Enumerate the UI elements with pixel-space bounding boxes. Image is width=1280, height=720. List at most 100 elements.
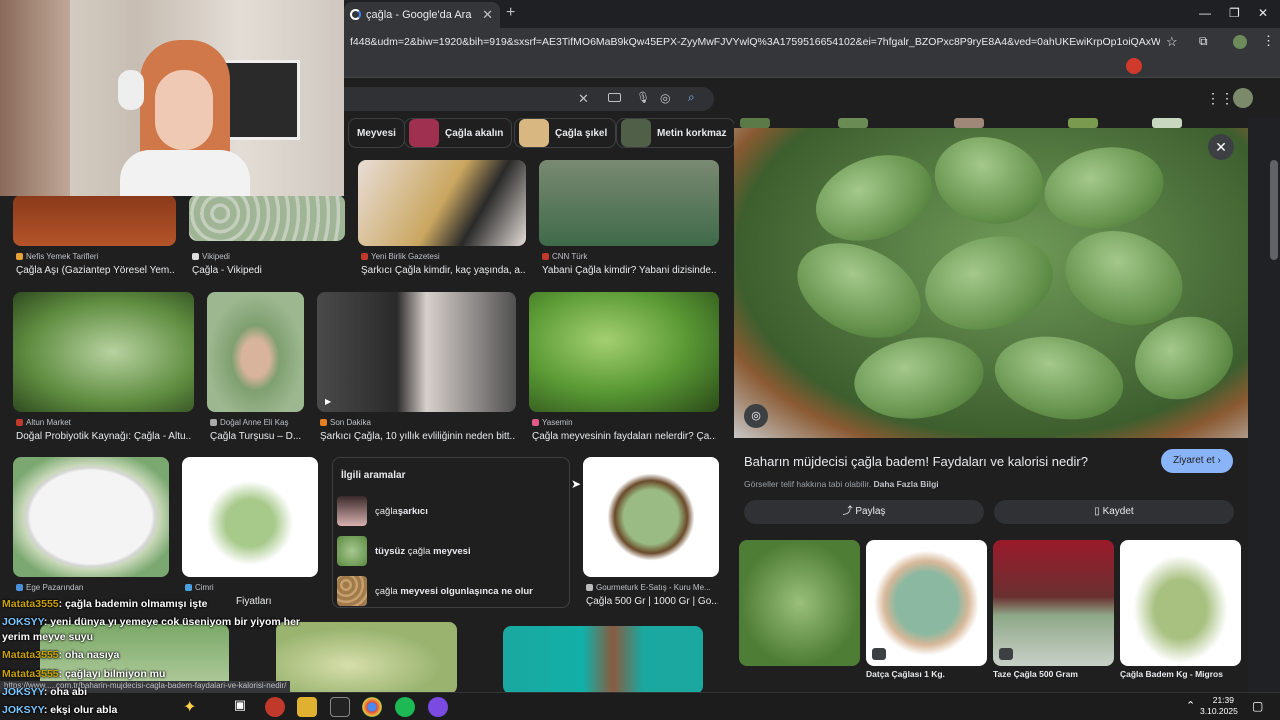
chip-thumbnail [621,119,651,147]
app-icon[interactable] [330,697,350,717]
notification-icon[interactable]: ▢ [1252,699,1263,713]
app-icon[interactable] [428,697,448,717]
account-avatar[interactable] [1233,88,1253,108]
visit-button[interactable]: Ziyaret et › [1161,449,1233,473]
search-input[interactable]: ✕ 🎙 ◎ ⌕ [300,87,714,111]
result-title[interactable]: Şarkıcı Çağla kimdir, kaç yaşında, a... [361,265,525,276]
result-title[interactable]: Çağla 500 Gr | 1000 Gr | Go... [586,596,718,607]
voice-search-icon[interactable]: 🎙 [636,91,650,104]
result-image[interactable] [189,195,345,241]
extension-logo-icon[interactable] [1126,58,1142,74]
restore-button[interactable]: ❐ [1229,6,1240,20]
save-button[interactable]: ▯ Kaydet [994,500,1234,524]
mouse-cursor: ➤ [571,477,582,491]
similar-label[interactable]: Taze Çağla 500 Gram [993,669,1078,679]
lens-search-icon[interactable]: ◎ [660,91,670,105]
keyboard-icon[interactable] [608,93,621,102]
result-image[interactable] [358,160,526,246]
tray-chevron-icon[interactable]: ⌃ [1186,699,1195,712]
result-image[interactable] [583,457,719,577]
window-close-button[interactable]: ✕ [1258,6,1268,20]
related-search-item[interactable]: çağla şarkıcı [337,495,567,527]
result-image[interactable] [13,292,194,412]
streamer-face [155,70,213,150]
file-explorer-icon[interactable] [297,697,317,717]
chip-cagla-akalin[interactable]: Çağla akalın [404,118,513,148]
clear-search-icon[interactable]: ✕ [578,91,589,107]
result-source: Doğal Anne Eli Kaş [210,418,289,427]
result-image[interactable] [529,292,719,412]
system-clock[interactable]: 21:39 3.10.2025 [1200,695,1238,717]
more-info-link[interactable]: Daha Fazla Bilgi [873,479,938,489]
result-title[interactable]: Çağla - Vikipedi [192,265,342,276]
related-thumbnail [337,496,367,526]
result-title[interactable]: Yabani Çağla kimdir? Yabani dizisinde... [542,265,716,276]
browser-menu-icon[interactable]: ⋮ [1262,33,1275,49]
result-source: Altun Market [16,418,71,427]
related-search-item[interactable]: tüysüz çağla meyvesi [337,535,567,567]
share-icon: ⤴ [842,506,856,517]
result-image[interactable] [539,160,719,246]
chat-message: JOKSYY: oha abi [2,686,87,698]
result-source: Ege Pazarından [16,583,83,592]
chip-cagla-sikel[interactable]: Çağla şıkel [514,118,617,148]
result-title[interactable]: Doğal Probiyotik Kaynağı: Çağla - Altu..… [16,431,192,442]
chip-thumbnail [409,119,439,147]
browser-tab[interactable]: çağla - Google'da Ara ✕ [344,2,500,28]
related-search-item[interactable]: çağla meyvesi olgunlaşınca ne olur [337,575,567,607]
close-panel-button[interactable]: ✕ [1208,134,1234,160]
related-thumbnail [337,576,367,606]
chip-metin-korkmaz[interactable]: Metin korkmaz [616,118,736,148]
video-play-icon: ▶ [325,397,332,406]
result-source: Gourmeturk E-Satış - Kuru Me... [586,583,711,592]
result-source: Vikipedi [192,252,230,261]
preview-image[interactable] [734,128,1248,438]
chrome-icon[interactable] [362,697,382,717]
result-image[interactable]: ▶ [317,292,516,412]
chip-thumbnail [954,118,984,128]
chip-thumbnail [740,118,770,128]
result-title[interactable]: Şarkıcı Çağla, 10 yıllık evliliğinin ned… [320,431,516,442]
result-image[interactable] [13,195,176,246]
chat-message: JOKSYY: yeni dünya yı yemeye cok üseniyo… [2,616,301,628]
spotify-icon[interactable] [395,697,415,717]
profile-avatar[interactable] [1233,35,1247,49]
new-tab-button[interactable]: + [506,4,515,22]
chip-thumbnail [1068,118,1098,128]
similar-image[interactable] [739,540,860,666]
result-image[interactable] [13,457,169,577]
extensions-icon[interactable]: ⧉ [1199,34,1208,49]
similar-label[interactable]: Datça Çağlası 1 Kg. [866,669,945,679]
similar-image[interactable] [866,540,987,666]
curtain-shape [0,0,70,196]
tab-close-icon[interactable]: ✕ [482,7,493,23]
copilot-icon[interactable]: ✦ [183,697,203,717]
result-title[interactable]: Çağla Aşı (Gaziantep Yöresel Yem... [16,265,174,276]
taskbar: ✦ ▣ ⌃ ▢ [0,692,1280,720]
app-icon[interactable] [265,697,285,717]
page-scrollbar[interactable] [1270,160,1278,260]
lens-icon[interactable]: ◎ [744,404,768,428]
similar-image[interactable] [993,540,1114,666]
minimize-button[interactable]: — [1199,6,1211,20]
result-image[interactable] [207,292,304,412]
search-icon[interactable]: ⌕ [688,90,695,105]
preview-title[interactable]: Baharın müjdecisi çağla badem! Faydaları… [744,454,1088,469]
chip-thumbnail [838,118,868,128]
result-title[interactable]: Çağla Turşusu – D... [210,431,304,442]
apps-grid-icon[interactable]: ⋮⋮ [1206,90,1234,107]
similar-label[interactable]: Çağla Badem Kg - Migros [1120,669,1223,679]
chip-strip-overflow [734,116,1248,128]
result-image[interactable] [182,457,318,577]
task-view-icon[interactable]: ▣ [230,697,250,717]
bookmark-star-icon[interactable]: ☆ [1166,34,1178,50]
similar-image[interactable] [1120,540,1241,666]
url-text[interactable]: f448&udm=2&biw=1920&bih=919&sxsrf=AE3Tif… [350,36,1160,48]
related-searches-panel: İlgili aramalar çağla şarkıcı tüysüz çağ… [332,457,570,608]
result-title[interactable]: Çağla meyvesinin faydaları nelerdir? Ça.… [532,431,716,442]
result-source: Yasemin [532,418,573,427]
share-button[interactable]: ⤴ Paylaş [744,500,984,524]
result-image[interactable] [503,626,703,692]
google-favicon-icon [350,9,361,20]
chip-meyvesi[interactable]: Meyvesi [348,118,405,148]
